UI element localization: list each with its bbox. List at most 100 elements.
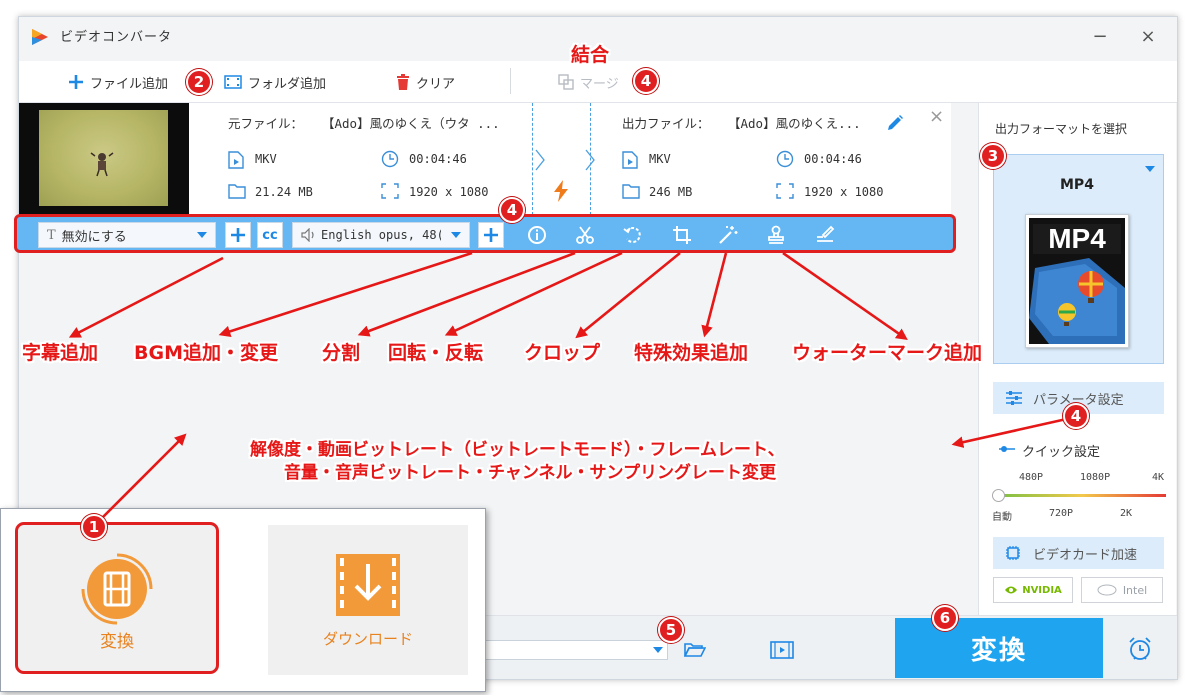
output-size: 246 MB	[649, 185, 693, 199]
nvidia-option[interactable]: NVIDIA	[993, 577, 1073, 603]
app-logo-icon	[32, 29, 48, 45]
source-duration: 00:04:46	[409, 152, 467, 166]
add-folder-label: フォルダ追加	[248, 76, 327, 92]
hot-air-balloons-image	[1029, 258, 1125, 344]
remove-file-close-icon[interactable]: ×	[929, 106, 944, 127]
source-file-label: 元ファイル：	[228, 116, 304, 131]
alarm-clock-icon[interactable]	[1127, 636, 1153, 662]
watermark-button[interactable]	[765, 224, 787, 246]
add-folder-button[interactable]: フォルダ追加	[224, 70, 326, 94]
rotate-button[interactable]	[622, 224, 644, 246]
video-thumbnail	[39, 110, 168, 206]
plus-icon	[69, 75, 83, 89]
split-button[interactable]	[574, 224, 596, 246]
annotation-split: 分割	[322, 342, 361, 364]
intel-option[interactable]: Intel	[1081, 577, 1163, 603]
clock-icon	[776, 150, 794, 168]
inset-download-label: ダウンロード	[322, 630, 413, 648]
effects-button[interactable]	[717, 224, 739, 246]
open-folder-icon[interactable]	[684, 642, 706, 658]
audio-track-value: English opus, 48(	[321, 228, 441, 242]
clear-button[interactable]: クリア	[396, 70, 455, 94]
convert-film-icon	[81, 553, 153, 625]
rotate-icon	[623, 227, 641, 243]
inset-download-tile[interactable]: ダウンロード	[268, 525, 468, 675]
add-audio-button[interactable]	[478, 222, 504, 248]
annotation-rotate: 回転・反転	[388, 342, 484, 364]
annotation-subtitle: 字幕追加	[22, 342, 99, 364]
convert-button[interactable]: 変換	[895, 618, 1103, 678]
add-subtitle-button[interactable]	[225, 222, 251, 248]
resolution-icon	[381, 183, 399, 199]
info-button[interactable]	[526, 224, 548, 246]
nvidia-logo-icon	[1005, 586, 1018, 594]
clear-label: クリア	[416, 76, 456, 92]
subtitle-cc-button[interactable]: cc	[257, 222, 283, 248]
close-button[interactable]: ×	[1136, 26, 1160, 50]
chevron-down-icon[interactable]	[1145, 166, 1155, 172]
merge-label: マージ	[580, 76, 619, 92]
quick-settings-label: クイック設定	[1022, 445, 1101, 460]
trash-icon	[397, 74, 409, 90]
download-film-icon	[336, 554, 400, 616]
add-file-button[interactable]: ファイル追加	[68, 70, 168, 94]
folder-size-icon	[228, 184, 246, 199]
format-name: MP4	[1060, 177, 1094, 193]
badge-3: 3	[980, 143, 1006, 169]
text-t-icon: T	[47, 227, 56, 243]
lightning-icon[interactable]	[553, 180, 569, 202]
output-folder-select[interactable]	[482, 640, 668, 660]
sliders-icon	[1006, 391, 1022, 405]
audio-track-select[interactable]: English opus, 48(	[292, 222, 470, 248]
annotation-params-line2: 音量・音声ビットレート・チャンネル・サンプリングレート変更	[284, 463, 776, 483]
gpu-acceleration-button[interactable]: ビデオカード加速	[993, 537, 1164, 569]
chevron-right-icon	[535, 149, 595, 171]
gpu-acceleration-label: ビデオカード加速	[1033, 547, 1138, 563]
output-duration: 00:04:46	[804, 152, 862, 166]
source-format: MKV	[255, 152, 277, 166]
source-file-name: 【Ado】風のゆくえ（ウタ ...	[322, 116, 500, 131]
badge-5: 5	[658, 617, 684, 643]
crop-icon	[673, 226, 691, 244]
magic-wand-icon	[719, 226, 738, 244]
subtitle-edit-button[interactable]	[814, 224, 836, 246]
add-file-label: ファイル追加	[90, 76, 169, 92]
minimize-button[interactable]: −	[1088, 26, 1112, 50]
edit-lines-icon	[817, 225, 835, 242]
source-resolution: 1920 x 1080	[409, 185, 489, 199]
output-file-label: 出力ファイル：	[622, 116, 710, 131]
annotation-effects: 特殊効果追加	[634, 342, 749, 364]
annotation-merge: 結合	[571, 44, 610, 66]
quality-720p: 720P	[1049, 508, 1074, 519]
annotation-bgm: BGM追加・変更	[134, 342, 278, 364]
merge-button[interactable]: マージ	[558, 70, 619, 94]
film-strip-background: MP4	[1029, 218, 1125, 344]
annotation-params-line1: 解像度・動画ビットレート（ビットレートモード）・フレームレート、	[250, 440, 785, 460]
video-list-icon[interactable]	[770, 641, 794, 659]
quick-slider-icon	[999, 446, 1015, 452]
window-title: ビデオコンバータ	[60, 30, 173, 45]
plus-icon	[484, 228, 498, 242]
character-figure-icon	[90, 152, 114, 177]
resolution-icon	[776, 183, 794, 199]
badge-2: 2	[186, 69, 212, 95]
pencil-edit-icon[interactable]	[886, 114, 904, 132]
scissors-icon	[576, 226, 594, 244]
quality-auto: 自動	[992, 512, 1012, 523]
chevron-down-icon	[197, 232, 207, 238]
source-size: 21.24 MB	[255, 185, 313, 199]
badge-4-editbar: 4	[499, 197, 525, 223]
mp4-badge-text: MP4	[1033, 224, 1121, 254]
select-format-label: 出力フォーマットを選択	[995, 122, 1128, 136]
quality-480p: 480P	[1019, 472, 1044, 483]
annotation-crop: クロップ	[524, 342, 601, 364]
quality-slider-handle[interactable]	[992, 489, 1005, 502]
quality-2k: 2K	[1120, 508, 1133, 519]
annotation-watermark: ウォーターマーク追加	[792, 342, 983, 364]
subtitle-select[interactable]: T 無効にする	[38, 222, 216, 248]
inset-convert-tile[interactable]: 変換	[15, 522, 219, 674]
quality-1080p: 1080P	[1080, 472, 1111, 483]
quality-slider-track[interactable]	[998, 494, 1166, 497]
crop-button[interactable]	[671, 224, 693, 246]
chevron-down-icon	[451, 232, 461, 238]
